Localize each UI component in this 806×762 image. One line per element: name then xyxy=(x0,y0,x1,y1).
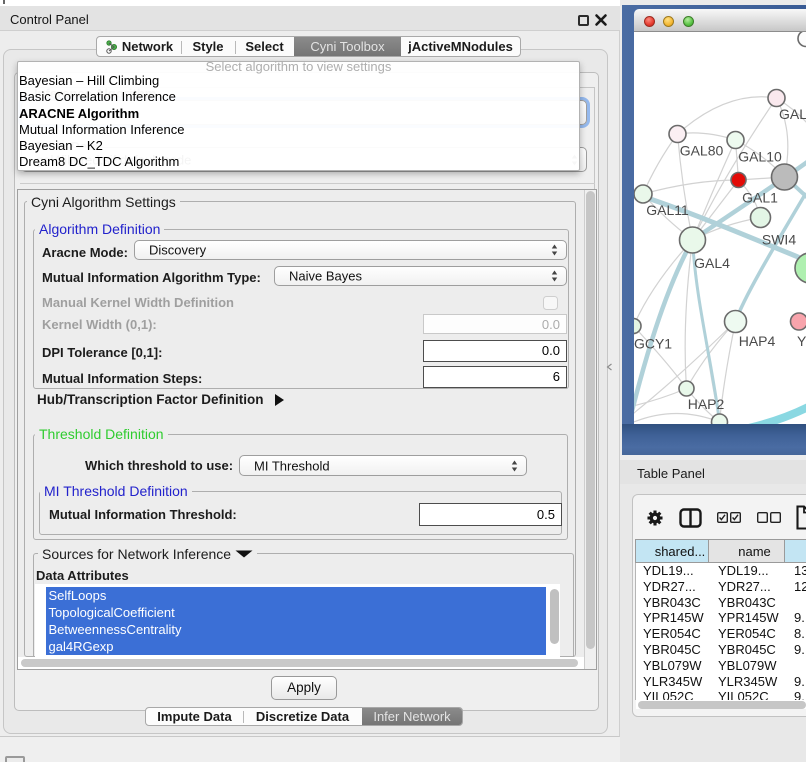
svg-text:SWI4: SWI4 xyxy=(762,232,796,248)
svg-text:GAL1: GAL1 xyxy=(742,190,778,206)
svg-text:GCY1: GCY1 xyxy=(634,336,672,352)
svg-text:GAL7: GAL7 xyxy=(779,106,806,122)
svg-text:GAL4: GAL4 xyxy=(694,255,730,271)
svg-text:GAL80: GAL80 xyxy=(680,143,724,159)
svg-text:HAP4: HAP4 xyxy=(739,333,776,349)
svg-text:YJR048W: YJR048W xyxy=(797,333,806,349)
svg-text:HAP2: HAP2 xyxy=(688,396,725,412)
svg-text:GAL10: GAL10 xyxy=(738,149,782,165)
svg-text:GAL11: GAL11 xyxy=(646,202,689,218)
